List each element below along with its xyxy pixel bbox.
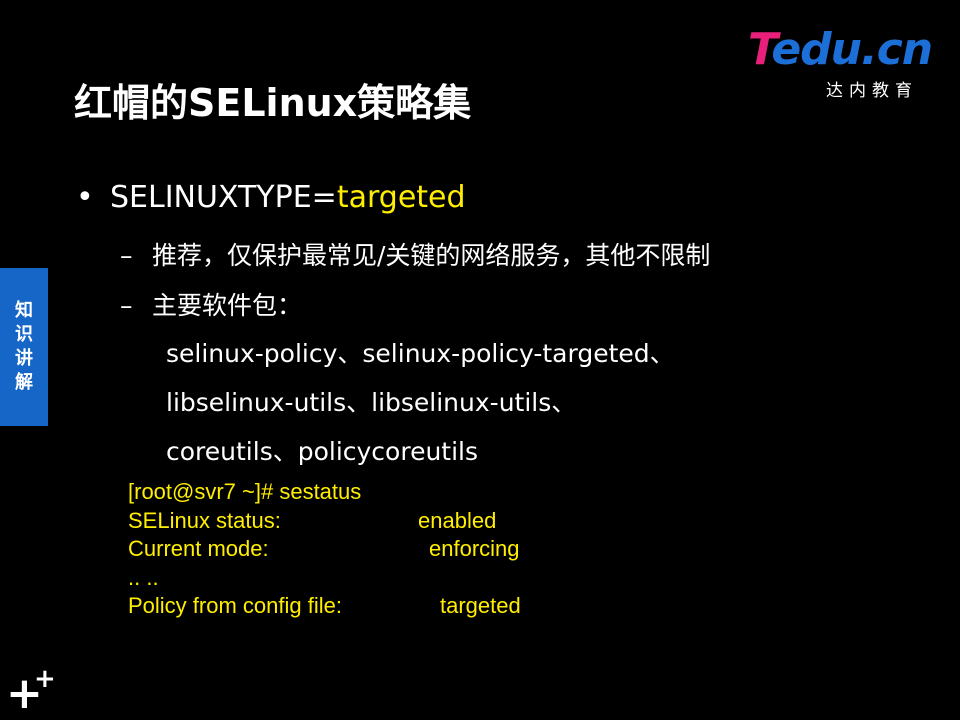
side-tab-char: 识	[15, 324, 33, 345]
sub-dash: –	[120, 291, 133, 320]
terminal-line: .. ..	[128, 564, 361, 593]
side-tab-char: 讲	[15, 348, 33, 369]
side-tab-char: 知	[15, 300, 33, 321]
bullet-value: targeted	[336, 180, 466, 215]
sub-item: – 推荐，仅保护最常见/关键的网络服务，其他不限制	[120, 236, 710, 272]
bullet-dot: •	[76, 180, 94, 215]
terminal-label: .. ..	[128, 564, 159, 590]
terminal-line: Current mode: enforcing	[128, 535, 520, 564]
terminal-output: [root@svr7 ~]# sestatus SELinux status: e…	[128, 478, 521, 621]
logo-edu: edu.cn	[771, 24, 933, 75]
terminal-value: enabled	[418, 507, 497, 533]
terminal-value: targeted	[440, 593, 521, 618]
sub-dash: –	[120, 241, 133, 270]
terminal-line: Policy from config file: targeted	[128, 592, 521, 621]
terminal-label: Current mode:	[128, 536, 269, 561]
slide-title: 红帽的SELinux策略集	[74, 81, 472, 125]
small-plus-icon: +	[34, 664, 56, 694]
terminal-line: [root@svr7 ~]# sestatus	[128, 478, 361, 507]
sub-text: 推荐，仅保护最常见/关键的网络服务，其他不限制	[152, 241, 711, 270]
terminal-label: [root@svr7 ~]# sestatus	[128, 479, 362, 504]
sub-text: 主要软件包：	[152, 291, 303, 320]
logo-t: T	[748, 24, 772, 75]
bullet-text: SELINUXTYPE=targeted	[110, 180, 466, 215]
logo-subtitle: 达内教育	[826, 81, 918, 101]
terminal-label: Policy from config file:	[128, 593, 342, 618]
terminal-label: SELinux status:	[128, 507, 281, 533]
package-line: libselinux-utils、libselinux-utils、	[166, 388, 577, 417]
terminal-line: SELinux status: enabled	[128, 507, 496, 536]
bullet-prefix: SELINUXTYPE=	[110, 180, 337, 215]
tedu-logo: Tedu.cn 达内教育	[748, 24, 938, 102]
side-tab-char: 解	[15, 372, 33, 393]
knowledge-tab: 知 识 讲 解	[0, 268, 48, 426]
package-line: coreutils、policycoreutils	[166, 437, 479, 466]
sub-item: – 主要软件包：	[120, 286, 302, 322]
terminal-value: enforcing	[429, 536, 520, 561]
logo-wordmark: Tedu.cn	[748, 24, 933, 75]
package-line: selinux-policy、selinux-policy-targeted、	[166, 339, 675, 368]
